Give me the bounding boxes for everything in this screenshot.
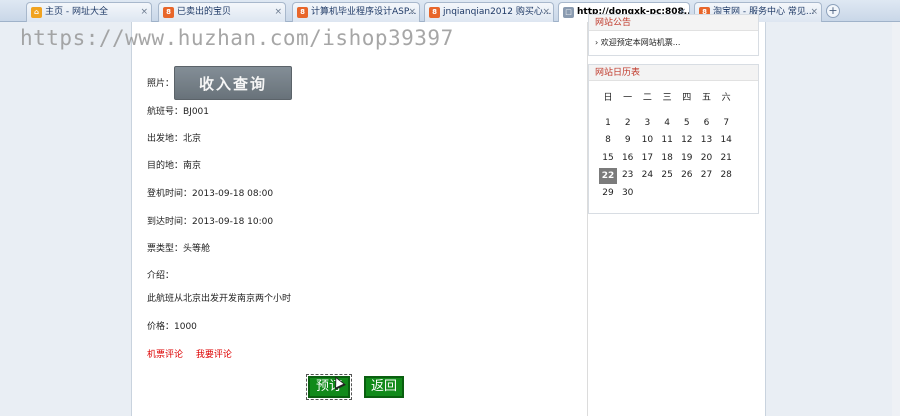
calendar-day[interactable]: 20 xyxy=(698,151,716,165)
calendar-day[interactable]: 16 xyxy=(619,151,637,165)
calendar-day-today[interactable]: 22 xyxy=(599,168,617,184)
tab-graduation-project[interactable]: 8 计算机毕业程序设计ASP... × xyxy=(292,2,420,22)
calendar-day[interactable]: 26 xyxy=(678,168,696,182)
home-icon: ⌂ xyxy=(31,7,42,18)
calendar-day[interactable]: 17 xyxy=(638,151,656,165)
calendar-day[interactable]: 3 xyxy=(638,116,656,130)
tab-label: 已卖出的宝贝 xyxy=(177,7,232,17)
tab-jnqianqian[interactable]: 8 jnqianqian2012 购买心... × xyxy=(424,2,554,22)
tab-home[interactable]: ⌂ 主页 - 网址大全 × xyxy=(26,2,152,22)
calendar-day[interactable]: 11 xyxy=(658,133,676,147)
calendar-day[interactable]: 10 xyxy=(638,133,656,147)
back-button[interactable]: 返回 xyxy=(364,376,404,398)
tab-sold-items[interactable]: 8 已卖出的宝贝 × xyxy=(158,2,286,22)
calendar-day[interactable]: 2 xyxy=(619,116,637,130)
watermark: https://www.huzhan.com/ishop39397 xyxy=(20,26,454,50)
calendar-weekday: 二 xyxy=(642,93,652,103)
calendar-day[interactable]: 27 xyxy=(698,168,716,182)
calendar-day[interactable]: 8 xyxy=(599,133,617,147)
departure-time: 登机时间：2013-09-18 08:00 xyxy=(147,189,274,199)
photo-label: 照片： xyxy=(147,79,175,89)
notice-box: 网站公告 › 欢迎预定本网站机票... xyxy=(588,14,759,56)
calendar-day[interactable]: 6 xyxy=(698,116,716,130)
ticket-type: 票类型：头等舱 xyxy=(147,244,211,254)
tab-label: jnqianqian2012 购买心... xyxy=(443,7,552,17)
calendar-day[interactable]: 5 xyxy=(678,116,696,130)
calendar-day[interactable]: 25 xyxy=(658,168,676,182)
close-icon[interactable]: × xyxy=(810,3,818,21)
calendar-day[interactable]: 29 xyxy=(599,186,617,200)
new-tab-button[interactable]: + xyxy=(826,4,840,18)
calendar-day[interactable]: 23 xyxy=(619,168,637,182)
site-icon: 8 xyxy=(429,7,440,18)
calendar-day[interactable]: 19 xyxy=(678,151,696,165)
calendar-weekday: 五 xyxy=(701,93,711,103)
sidebar: 网站公告 › 欢迎预定本网站机票... 网站日历表 日一二三四五六1234567… xyxy=(587,14,759,416)
calendar-day[interactable]: 4 xyxy=(658,116,676,130)
income-query-overlay[interactable]: 收入查询 xyxy=(174,66,292,100)
site-icon: 8 xyxy=(163,7,174,18)
scrollbar[interactable] xyxy=(892,22,900,416)
arrival-time: 到达时间：2013-09-18 10:00 xyxy=(147,217,274,227)
close-icon[interactable]: × xyxy=(140,3,148,21)
close-icon[interactable]: × xyxy=(408,3,416,21)
calendar-day[interactable]: 28 xyxy=(717,168,735,182)
calendar-day[interactable]: 1 xyxy=(599,116,617,130)
calendar-day[interactable]: 13 xyxy=(698,133,716,147)
calendar-day[interactable]: 18 xyxy=(658,151,676,165)
calendar-weekday: 日 xyxy=(603,93,613,103)
calendar-weekday: 六 xyxy=(721,93,731,103)
intro-label: 介绍： xyxy=(147,271,175,281)
destination-city: 目的地：南京 xyxy=(147,161,202,171)
calendar-box: 网站日历表 日一二三四五六 1 2 3 4 5 6 7 8 9 10 11 12 13 14 15 16 17 18… xyxy=(588,64,759,214)
page-icon: □ xyxy=(563,7,574,18)
calendar-day[interactable]: 9 xyxy=(619,133,637,147)
flight-number: 航班号：BJ001 xyxy=(147,107,210,117)
close-icon[interactable]: × xyxy=(542,3,550,21)
calendar-day[interactable]: 12 xyxy=(678,133,696,147)
intro-text: 此航班从北京出发开发南京两个小时 xyxy=(147,294,292,304)
calendar-day[interactable]: 15 xyxy=(599,151,617,165)
calendar-day[interactable]: 14 xyxy=(717,133,735,147)
page-viewport: 照片： 航班号：BJ001 出发地：北京 目的地：南京 登机时间：2013-09… xyxy=(0,14,900,416)
calendar-weekday: 一 xyxy=(623,93,633,103)
comment-links: 机票评论 我要评论 xyxy=(147,347,242,360)
calendar-title: 网站日历表 xyxy=(589,65,758,81)
calendar-day[interactable]: 7 xyxy=(717,116,735,130)
calendar-day[interactable]: 24 xyxy=(638,168,656,182)
tab-label: 计算机毕业程序设计ASP... xyxy=(311,7,417,17)
notice-item[interactable]: › 欢迎预定本网站机票... xyxy=(589,31,758,54)
site-icon: 8 xyxy=(297,7,308,18)
notice-title: 网站公告 xyxy=(589,15,758,31)
ticket-comments-link[interactable]: 机票评论 xyxy=(147,350,183,360)
calendar-weekday: 四 xyxy=(682,93,692,103)
close-icon[interactable]: × xyxy=(274,3,282,21)
price: 价格：1000 xyxy=(147,322,197,332)
departure-city: 出发地：北京 xyxy=(147,134,202,144)
tab-label: 主页 - 网址大全 xyxy=(45,7,108,17)
calendar-day[interactable]: 21 xyxy=(717,151,735,165)
calendar-day[interactable]: 30 xyxy=(619,186,637,200)
calendar-weekday: 三 xyxy=(662,93,672,103)
browser-tab-bar: ⌂ 主页 - 网址大全 × 8 已卖出的宝贝 × 8 计算机毕业程序设计ASP.… xyxy=(0,0,900,22)
notice-text: 欢迎预定本网站机票... xyxy=(600,38,681,47)
write-comment-link[interactable]: 我要评论 xyxy=(196,350,232,360)
